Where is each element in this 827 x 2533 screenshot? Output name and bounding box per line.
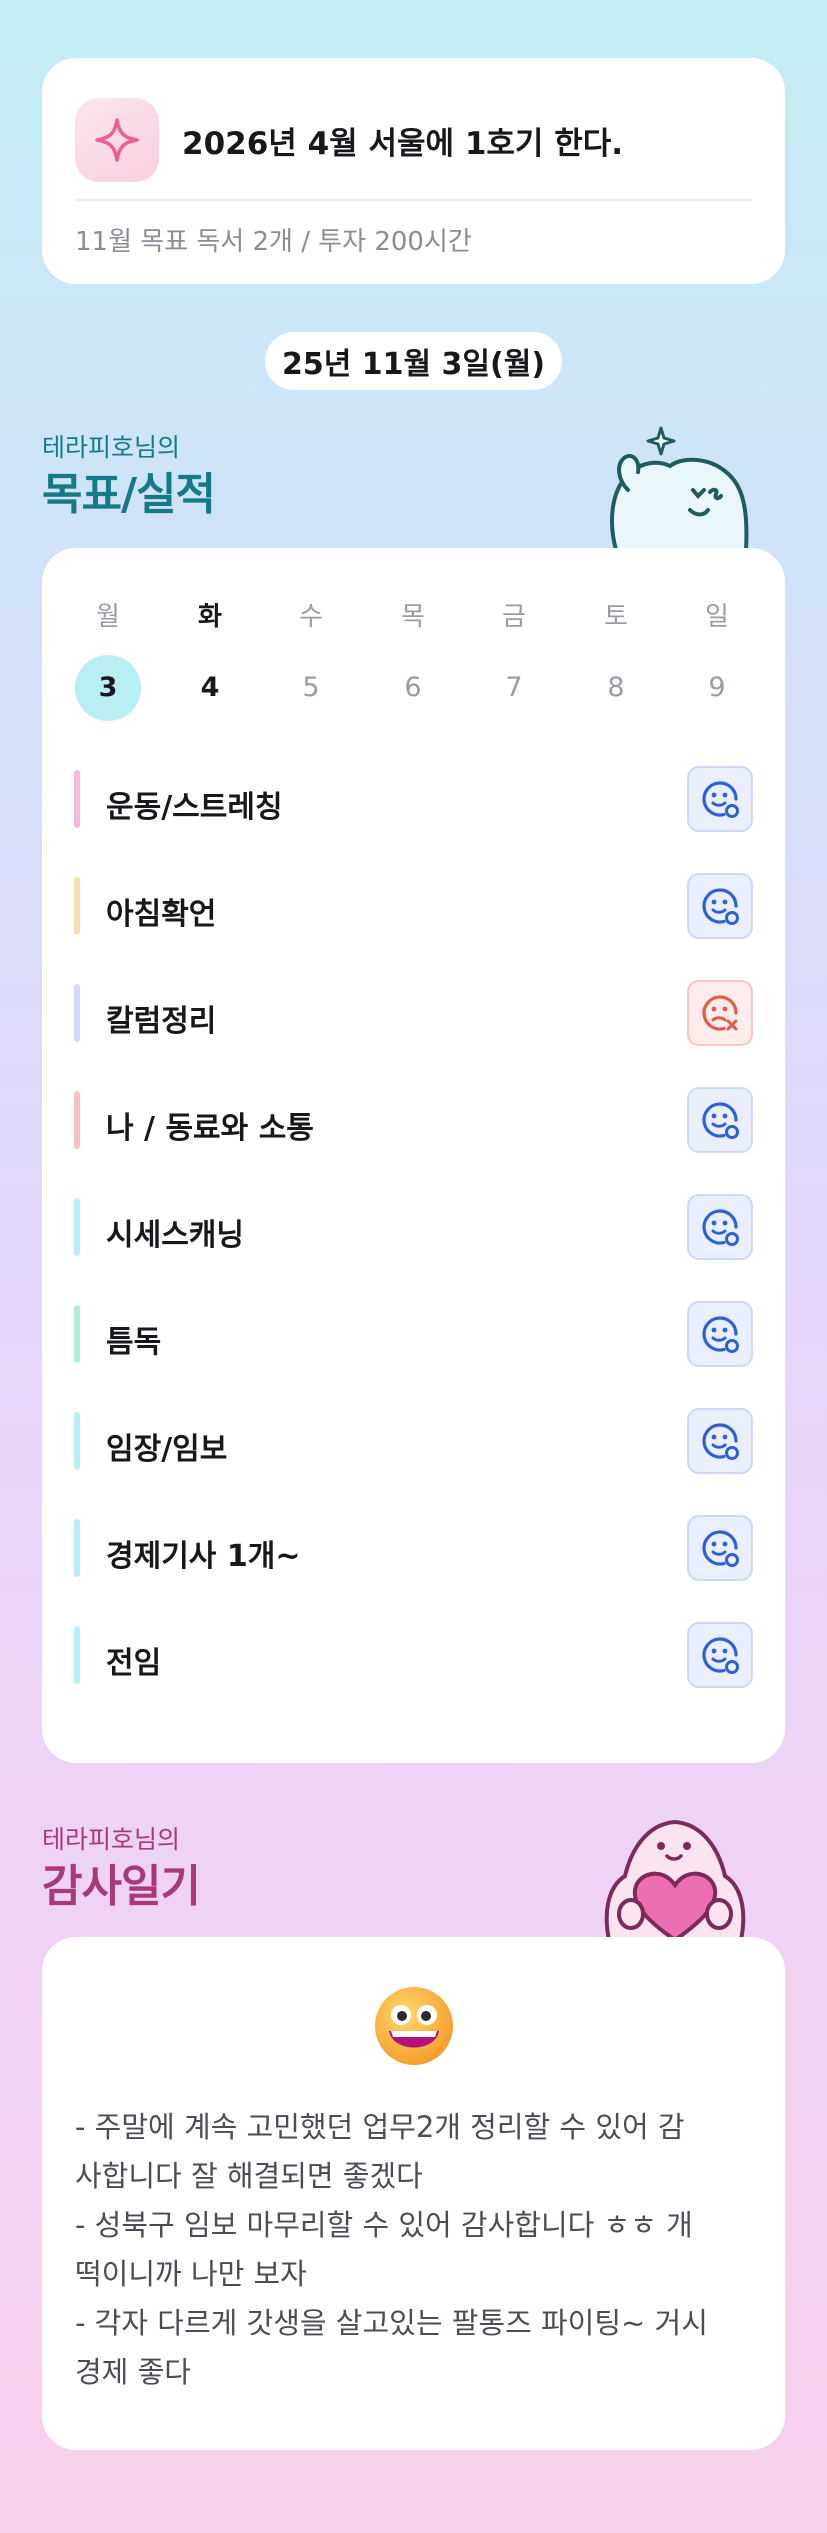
habit-row: 운동/스트레칭 <box>74 766 753 832</box>
smile-face-check-icon <box>698 1205 742 1249</box>
habit-row: 아침확언 <box>74 873 753 939</box>
smile-face-check-icon <box>698 1419 742 1463</box>
habit-check-card: 월 3 화 4 수 5 목 6 금 7 토 8 일 9 운동/스트레칭 아침확언 칼럼정리 나 / 동료와… <box>42 548 785 1763</box>
divider <box>75 199 752 201</box>
smile-face-check-icon <box>698 777 742 821</box>
habit-row: 칼럼정리 <box>74 980 753 1046</box>
day-7-button[interactable]: 7 <box>481 655 547 721</box>
smile-face-check-icon <box>698 884 742 928</box>
weekday-label: 수 <box>299 602 323 632</box>
habit-row: 나 / 동료와 소통 <box>74 1087 753 1153</box>
diary-text-line: - 주말에 계속 고민했던 업무2개 정리할 수 있어 감 <box>75 2110 685 2144</box>
habit-label: 아침확언 <box>106 897 217 932</box>
habit-label: 칼럼정리 <box>106 1004 217 1039</box>
diary-text-line: - 성북구 임보 마무리할 수 있어 감사합니다 ㅎㅎ 개 <box>75 2208 693 2242</box>
weekday-label: 월 <box>96 602 120 632</box>
heart-mascot-icon <box>604 1819 746 1940</box>
weekday-label: 금 <box>502 602 526 632</box>
habit-label: 임장/임보 <box>106 1432 228 1467</box>
diary-text-line: 경제 좋다 <box>75 2355 191 2389</box>
weekday-label: 토 <box>604 602 628 632</box>
diary-text-line: - 각자 다르게 갓생을 살고있는 팔통즈 파이팅~ 거시 <box>75 2306 708 2340</box>
habit-color-bar <box>74 984 80 1042</box>
habit-row: 전임 <box>74 1622 753 1688</box>
monthly-target: 11월 목표 독서 2개 / 투자 200시간 <box>75 227 472 257</box>
weekday-label: 화 <box>198 602 222 632</box>
weekday-label: 목 <box>401 602 425 632</box>
habit-color-bar <box>74 1626 80 1684</box>
smile-face-check-icon <box>698 1526 742 1570</box>
smile-face-check-icon <box>698 1633 742 1677</box>
section-title-gratitude: 감사일기 <box>42 1861 201 1912</box>
diary-text-line: 사합니다 잘 해결되면 좋겠다 <box>75 2159 423 2193</box>
gratitude-diary-card: - 주말에 계속 고민했던 업무2개 정리할 수 있어 감사합니다 잘 해결되면… <box>42 1937 785 2450</box>
grinning-face-icon <box>375 1987 453 2065</box>
habit-status-button[interactable] <box>687 1301 753 1367</box>
habit-label: 전임 <box>106 1646 162 1681</box>
habit-status-button[interactable] <box>687 1515 753 1581</box>
habit-status-button[interactable] <box>687 1622 753 1688</box>
habit-label: 틈독 <box>106 1325 162 1360</box>
habit-row: 틈독 <box>74 1301 753 1367</box>
goal-card[interactable]: 2026년 4월 서울에 1호기 한다. 11월 목표 독서 2개 / 투자 2… <box>42 58 785 284</box>
habit-row: 시세스캐닝 <box>74 1194 753 1260</box>
habit-row: 임장/임보 <box>74 1408 753 1474</box>
ghost-mascot-icon <box>610 426 749 550</box>
habit-color-bar <box>74 877 80 935</box>
day-4-button[interactable]: 4 <box>177 655 243 721</box>
goal-title: 2026년 4월 서울에 1호기 한다. <box>182 126 624 162</box>
habit-label: 운동/스트레칭 <box>106 790 283 825</box>
habit-color-bar <box>74 1519 80 1577</box>
habit-row: 경제기사 1개~ <box>74 1515 753 1581</box>
habit-color-bar <box>74 1198 80 1256</box>
smile-face-check-icon <box>698 1098 742 1142</box>
habit-color-bar <box>74 1091 80 1149</box>
sad-face-x-icon <box>698 991 742 1035</box>
day-9-button[interactable]: 9 <box>684 655 750 721</box>
date-selector[interactable]: 25년 11월 3일(월) <box>265 332 562 390</box>
habit-status-button[interactable] <box>687 766 753 832</box>
day-5-button[interactable]: 5 <box>278 655 344 721</box>
day-3-button[interactable]: 3 <box>75 655 141 721</box>
diary-text-line: 떡이니까 나만 보자 <box>75 2257 307 2291</box>
habit-color-bar <box>74 770 80 828</box>
habit-status-button[interactable] <box>687 1408 753 1474</box>
habit-status-button[interactable] <box>687 1087 753 1153</box>
day-6-button[interactable]: 6 <box>380 655 446 721</box>
habit-label: 나 / 동료와 소통 <box>106 1111 314 1146</box>
day-8-button[interactable]: 8 <box>583 655 649 721</box>
habit-status-button[interactable] <box>687 873 753 939</box>
habit-color-bar <box>74 1412 80 1470</box>
habit-label: 시세스캐닝 <box>106 1218 244 1253</box>
habit-status-button[interactable] <box>687 1194 753 1260</box>
section-title-goals: 목표/실적 <box>42 469 216 520</box>
sparkle-icon <box>75 98 159 182</box>
habit-color-bar <box>74 1305 80 1363</box>
weekday-label: 일 <box>705 602 729 632</box>
habit-label: 경제기사 1개~ <box>106 1539 301 1574</box>
smile-face-check-icon <box>698 1312 742 1356</box>
habit-status-button[interactable] <box>687 980 753 1046</box>
